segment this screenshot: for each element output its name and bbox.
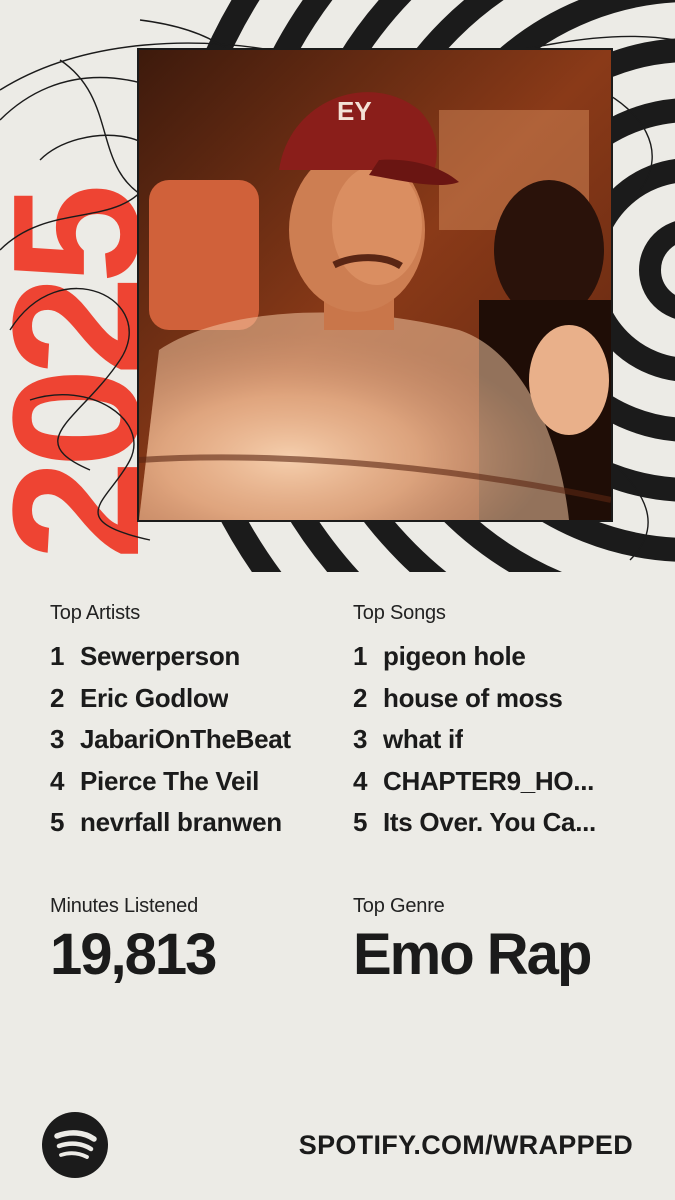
artist-name: JabariOnTheBeat (80, 724, 291, 754)
genre-value: Emo Rap (353, 922, 592, 987)
song-name: Its Over. You Ca... (383, 807, 596, 837)
song-name: pigeon hole (383, 641, 526, 671)
list-item: 4 CHAPTER9_HO... (353, 766, 596, 808)
hero-graphic: 2025 EY (0, 0, 675, 572)
song-name: what if (383, 724, 464, 754)
top-genre: Top Genre Emo Rap (353, 895, 592, 988)
top-artists-list: 1 Sewerperson 2 Eric Godlow 3 JabariOnTheBe… (50, 641, 291, 849)
top-songs: Top Songs 1 pigeon hole 2 house of moss 3w… (353, 602, 596, 849)
footer: SPOTIFY.COM/WRAPPED (0, 1110, 675, 1184)
spotify-logo-icon[interactable] (42, 1112, 108, 1178)
top-artists-label: Top Artists (50, 602, 141, 624)
song-name: house of moss (383, 682, 563, 713)
top-songs-label: Top Songs (353, 602, 446, 624)
artist-name: nevrfall branwen (80, 807, 282, 837)
artist-name: Sewerperson (80, 641, 240, 671)
wrapped-url-link[interactable]: SPOTIFY.COM/WRAPPED (299, 1130, 633, 1161)
artist-name: Eric Godlow (80, 682, 229, 713)
rank: 3 (50, 724, 65, 754)
list-item: 2 house of moss (353, 683, 596, 725)
list-item: 1 pigeon hole (353, 641, 596, 683)
rank: 4 (353, 765, 368, 796)
minutes-value: 19,813 (50, 922, 217, 987)
stats-section: Top Artists 1 Sewerperson 2 Eric Godlow 3J… (0, 572, 675, 1200)
cap-logo-text: EY (337, 96, 372, 126)
list-item: 1 Sewerperson (50, 641, 291, 683)
minutes-label: Minutes Listened (50, 895, 199, 917)
genre-label: Top Genre (353, 895, 445, 917)
rank: 3 (353, 724, 368, 754)
rank: 2 (353, 682, 368, 713)
minutes-listened: Minutes Listened 19,813 (50, 895, 217, 988)
list-item: 4 Pierce The Veil (50, 766, 291, 808)
artist-photo: EY (137, 48, 613, 522)
rank: 5 (50, 807, 65, 837)
song-name: CHAPTER9_HO... (383, 765, 595, 796)
list-item: 5 nevrfall branwen (50, 807, 291, 849)
top-artists: Top Artists 1 Sewerperson 2 Eric Godlow 3J… (50, 602, 291, 849)
artist-name: Pierce The Veil (80, 765, 260, 796)
list-item: 3 JabariOnTheBeat (50, 724, 291, 766)
rank: 4 (50, 765, 65, 796)
list-item: 5 Its Over. You Ca... (353, 807, 596, 849)
rank: 5 (353, 807, 368, 837)
list-item: 3 what if (353, 724, 596, 766)
rank: 1 (353, 641, 368, 671)
rank: 1 (50, 641, 65, 671)
rank: 2 (50, 682, 65, 713)
list-item: 2 Eric Godlow (50, 683, 291, 725)
top-songs-list: 1 pigeon hole 2 house of moss 3 what if 4 CH… (353, 641, 596, 849)
